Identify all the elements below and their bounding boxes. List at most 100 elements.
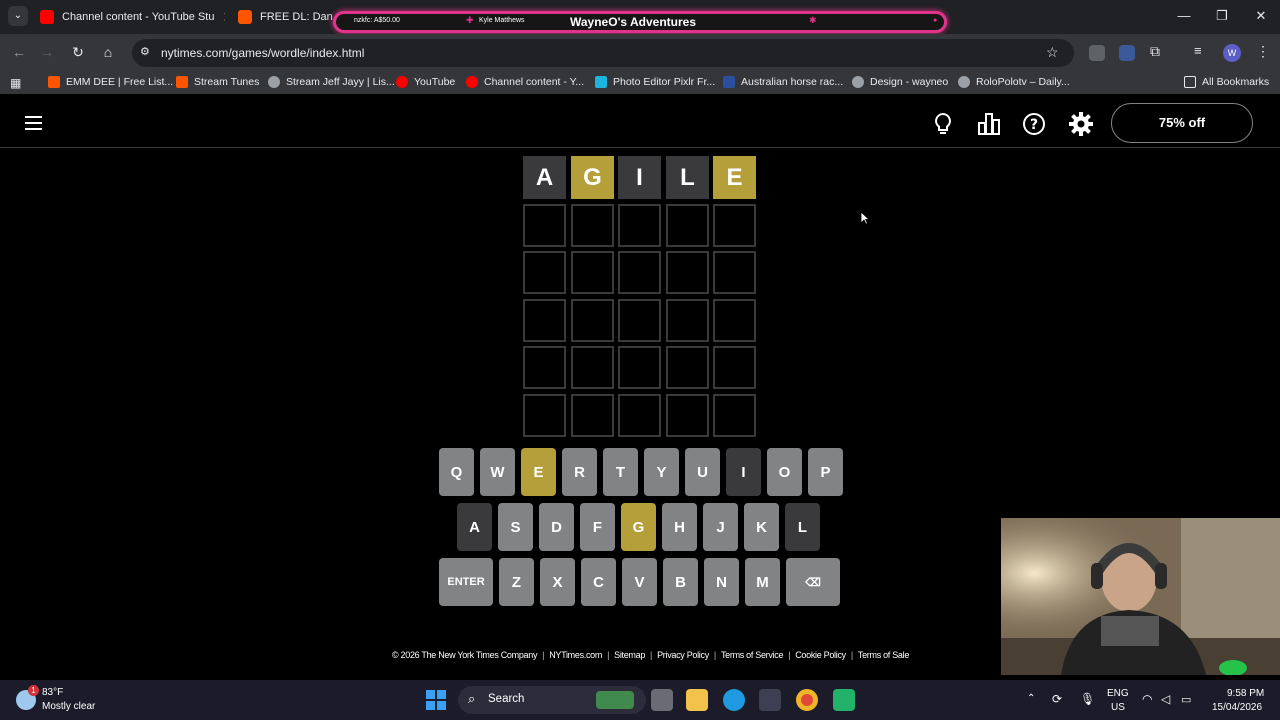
settings-gear-icon[interactable] [1068, 111, 1094, 137]
footer-link[interactable]: Terms of Service [721, 650, 784, 660]
tab-soundcloud[interactable]: FREE DL: Daniele [238, 4, 333, 30]
address-bar[interactable]: ⚙ nytimes.com/games/wordle/index.html ☆ [132, 39, 1074, 67]
key-g[interactable]: G [621, 503, 656, 551]
key-f[interactable]: F [580, 503, 615, 551]
weather-widget[interactable]: 1 83°F Mostly clear [14, 685, 124, 716]
minimize-icon[interactable]: — [1172, 8, 1196, 23]
forward-icon[interactable]: → [38, 44, 56, 60]
bookmark-item[interactable]: Photo Editor Pixlr Fr... [595, 76, 715, 88]
home-icon[interactable]: ⌂ [99, 44, 117, 60]
restore-icon[interactable]: ❐ [1210, 8, 1234, 24]
edge-icon[interactable] [723, 689, 745, 711]
media-controls-icon[interactable]: ≡ [1194, 43, 1202, 58]
footer-link[interactable]: Privacy Policy [657, 650, 709, 660]
key-z[interactable]: Z [499, 558, 534, 606]
key-d[interactable]: D [539, 503, 574, 551]
subscribe-offer-button[interactable]: 75% off [1111, 103, 1253, 143]
microphone-icon[interactable]: 🎙 [1080, 692, 1095, 706]
bookmark-item[interactable]: Design - wayneo [852, 76, 948, 88]
hamburger-menu-icon[interactable] [25, 116, 42, 135]
key-x[interactable]: X [540, 558, 575, 606]
taskbar-search[interactable]: ⌕ Search [458, 686, 646, 714]
apps-grid-icon[interactable]: ▦ [10, 76, 21, 90]
key-t[interactable]: T [603, 448, 638, 496]
key-r[interactable]: R [562, 448, 597, 496]
extensions-puzzle-icon[interactable]: ⧉ [1150, 43, 1160, 60]
enter-key[interactable]: ENTER [439, 558, 493, 606]
key-e[interactable]: E [521, 448, 556, 496]
lang-line1[interactable]: ENG [1107, 688, 1129, 699]
key-y[interactable]: Y [644, 448, 679, 496]
key-u[interactable]: U [685, 448, 720, 496]
bookmark-item[interactable]: Stream Tunes [176, 76, 259, 88]
hint-lightbulb-icon[interactable] [930, 111, 956, 137]
window-close-icon[interactable]: ✕ [1249, 8, 1273, 24]
board-tile [523, 299, 566, 342]
bookmark-item[interactable]: Australian horse rac... [723, 76, 843, 88]
footer-link[interactable]: Sitemap [614, 650, 645, 660]
board-tile [523, 204, 566, 247]
task-view-icon[interactable] [651, 689, 673, 711]
key-n[interactable]: N [704, 558, 739, 606]
bookmarks-bar: ▦ EMM DEE | Free List... Stream Tunes St… [0, 72, 1280, 94]
key-b[interactable]: B [663, 558, 698, 606]
key-h[interactable]: H [662, 503, 697, 551]
bookmark-item[interactable]: YouTube [396, 76, 455, 88]
site-info-icon[interactable]: ⚙ [140, 45, 150, 58]
chrome-icon[interactable] [796, 689, 818, 711]
all-bookmarks[interactable]: All Bookmarks [1184, 76, 1269, 88]
board-tile [666, 251, 709, 294]
extension-blue-icon[interactable] [1119, 45, 1135, 61]
footer-link[interactable]: Cookie Policy [795, 650, 846, 660]
battery-icon[interactable]: ▭ [1181, 693, 1191, 706]
wifi-icon[interactable]: ◠ [1142, 692, 1152, 706]
key-a[interactable]: A [457, 503, 492, 551]
davinci-icon[interactable] [759, 689, 781, 711]
key-m[interactable]: M [745, 558, 780, 606]
key-w[interactable]: W [480, 448, 515, 496]
globe-icon [958, 76, 970, 88]
board-tile [523, 251, 566, 294]
board-tile [571, 204, 614, 247]
key-l[interactable]: L [785, 503, 820, 551]
profile-avatar[interactable]: W [1223, 44, 1241, 62]
reload-icon[interactable]: ↻ [69, 44, 87, 61]
tab-search-chevron-icon[interactable]: ⌄ [8, 6, 28, 26]
key-q[interactable]: Q [439, 448, 474, 496]
footer-link[interactable]: NYTimes.com [549, 650, 602, 660]
key-v[interactable]: V [622, 558, 657, 606]
close-icon[interactable]: ✕ [223, 9, 226, 26]
bookmark-item[interactable]: Channel content - Y... [466, 76, 584, 88]
volume-icon[interactable]: ◁ [1161, 692, 1170, 706]
key-s[interactable]: S [498, 503, 533, 551]
key-c[interactable]: C [581, 558, 616, 606]
statistics-icon[interactable] [976, 111, 1002, 137]
tab-youtube-studio[interactable]: Channel content - YouTube Stu ✕ [40, 4, 225, 30]
clock-date[interactable]: 15/04/2026 [1212, 702, 1262, 713]
key-i[interactable]: I [726, 448, 761, 496]
clock-time[interactable]: 9:58 PM [1227, 688, 1264, 699]
key-k[interactable]: K [744, 503, 779, 551]
key-j[interactable]: J [703, 503, 738, 551]
lang-line2[interactable]: US [1111, 702, 1125, 713]
file-explorer-icon[interactable] [686, 689, 708, 711]
bookmark-star-icon[interactable]: ☆ [1046, 44, 1059, 61]
backspace-key[interactable]: ⌫ [786, 558, 840, 606]
board-tile [713, 299, 756, 342]
key-p[interactable]: P [808, 448, 843, 496]
menu-kebab-icon[interactable]: ⋮ [1256, 43, 1270, 60]
tray-chevron-icon[interactable]: ⌃ [1027, 693, 1035, 704]
footer-link[interactable]: Terms of Sale [858, 650, 909, 660]
bookmark-item[interactable]: EMM DEE | Free List... [48, 76, 173, 88]
windows-taskbar: 1 83°F Mostly clear ⌕ Search ⌃ ⟳ 🎙 ENG U… [0, 680, 1280, 720]
help-icon[interactable]: ? [1021, 111, 1047, 137]
board-tile [523, 346, 566, 389]
tray-sync-icon[interactable]: ⟳ [1052, 692, 1062, 706]
extension-k-icon[interactable] [1089, 45, 1105, 61]
windows-start-icon[interactable] [426, 690, 446, 715]
bookmark-item[interactable]: RoloPolotv – Daily... [958, 76, 1070, 88]
app-green-icon[interactable] [833, 689, 855, 711]
bookmark-item[interactable]: Stream Jeff Jayy | Lis... [268, 76, 395, 88]
key-o[interactable]: O [767, 448, 802, 496]
back-icon[interactable]: ← [10, 44, 28, 60]
